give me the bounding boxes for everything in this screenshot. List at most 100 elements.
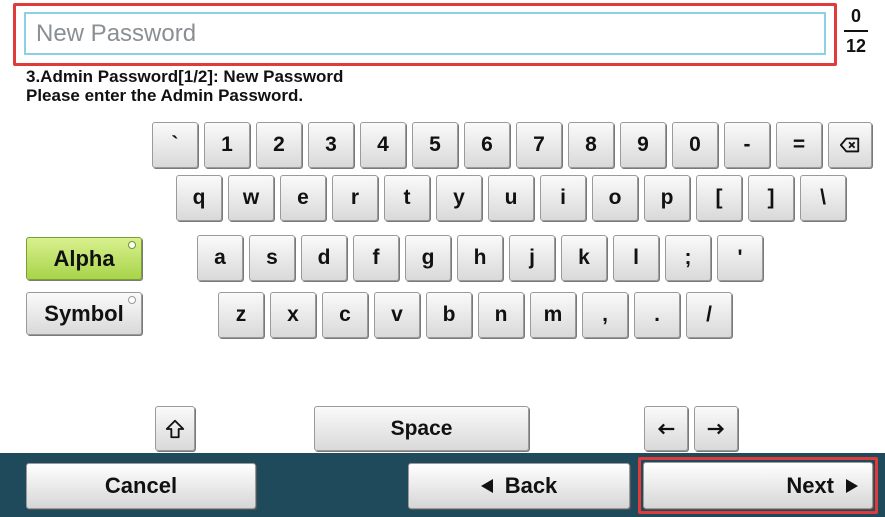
key[interactable]: 3 (308, 122, 354, 168)
key[interactable]: 9 (620, 122, 666, 168)
key[interactable]: r (332, 175, 378, 221)
key[interactable]: h (457, 235, 503, 281)
key[interactable]: d (301, 235, 347, 281)
key-label: n (494, 303, 508, 326)
key[interactable]: c (322, 292, 368, 338)
mode-indicator-icon (128, 296, 136, 304)
key-label: ' (737, 246, 743, 269)
key[interactable]: \ (800, 175, 846, 221)
key[interactable]: 0 (672, 122, 718, 168)
key[interactable]: i (540, 175, 586, 221)
key[interactable]: n (478, 292, 524, 338)
key[interactable]: j (509, 235, 555, 281)
key-label: q (192, 186, 206, 209)
cursor-left-key[interactable] (644, 406, 688, 451)
key-label: v (391, 303, 403, 326)
character-counter: 0 12 (836, 4, 876, 62)
triangle-right-icon (846, 478, 858, 493)
key-label: 8 (585, 133, 597, 156)
key-label: 4 (377, 133, 389, 156)
key[interactable]: x (270, 292, 316, 338)
backspace-icon (839, 137, 860, 153)
key-label: f (372, 246, 380, 269)
key[interactable]: t (384, 175, 430, 221)
next-button[interactable]: Next (643, 462, 873, 509)
key[interactable]: u (488, 175, 534, 221)
key-label: 5 (429, 133, 441, 156)
key[interactable]: = (776, 122, 822, 168)
key-label: 7 (533, 133, 545, 156)
alpha-mode-button[interactable]: Alpha (26, 237, 142, 280)
key[interactable]: v (374, 292, 420, 338)
key[interactable]: f (353, 235, 399, 281)
key[interactable]: / (686, 292, 732, 338)
key[interactable]: w (228, 175, 274, 221)
key[interactable]: ` (152, 122, 198, 168)
key-label: y (453, 186, 465, 209)
shift-key[interactable] (155, 406, 195, 451)
counter-divider (844, 30, 868, 32)
key-label: . (654, 303, 660, 326)
counter-current: 0 (850, 6, 861, 26)
key-label: ` (171, 133, 179, 156)
key[interactable]: [ (696, 175, 742, 221)
key[interactable]: 5 (412, 122, 458, 168)
key[interactable]: z (218, 292, 264, 338)
key[interactable]: 6 (464, 122, 510, 168)
symbol-mode-button[interactable]: Symbol (26, 292, 142, 335)
key[interactable]: s (249, 235, 295, 281)
key[interactable]: k (561, 235, 607, 281)
key[interactable]: p (644, 175, 690, 221)
symbol-mode-label: Symbol (44, 300, 124, 326)
key[interactable]: b (426, 292, 472, 338)
key[interactable]: ] (748, 175, 794, 221)
key[interactable]: 1 (204, 122, 250, 168)
key-label: r (350, 186, 360, 209)
key-label: s (266, 246, 278, 269)
key[interactable]: 7 (516, 122, 562, 168)
key[interactable]: . (634, 292, 680, 338)
key[interactable]: a (197, 235, 243, 281)
key[interactable]: 4 (360, 122, 406, 168)
key[interactable]: q (176, 175, 222, 221)
arrow-right-icon (707, 423, 725, 434)
key[interactable]: o (592, 175, 638, 221)
space-key[interactable]: Space (314, 406, 529, 451)
mode-indicator-icon (128, 241, 136, 249)
key-label: o (608, 186, 622, 209)
key[interactable]: e (280, 175, 326, 221)
key[interactable]: ' (717, 235, 763, 281)
key-label: 0 (689, 133, 701, 156)
arrow-left-icon (657, 423, 675, 434)
back-label: Back (504, 473, 558, 498)
triangle-left-icon (480, 479, 493, 493)
cursor-right-key[interactable] (694, 406, 738, 451)
key-label: t (403, 186, 411, 209)
new-password-input[interactable] (24, 12, 826, 55)
instruction-text: 3.Admin Password[1/2]: New Password Plea… (26, 67, 626, 105)
key[interactable]: m (530, 292, 576, 338)
shift-icon (165, 419, 185, 438)
key-label: ; (684, 246, 692, 269)
key[interactable]: 8 (568, 122, 614, 168)
key-label: a (214, 246, 226, 269)
key-label: x (287, 303, 299, 326)
key[interactable]: y (436, 175, 482, 221)
key[interactable]: ; (665, 235, 711, 281)
cancel-label: Cancel (104, 473, 178, 498)
key[interactable]: , (582, 292, 628, 338)
backspace-key[interactable] (828, 122, 872, 168)
key[interactable]: 2 (256, 122, 302, 168)
cancel-button[interactable]: Cancel (26, 463, 256, 509)
key-label: b (442, 303, 456, 326)
back-button[interactable]: Back (408, 463, 630, 509)
next-label: Next (786, 472, 834, 498)
key-label: l (633, 246, 639, 269)
key[interactable]: - (724, 122, 770, 168)
key[interactable]: l (613, 235, 659, 281)
key-label: j (529, 246, 535, 269)
step-title: 3.Admin Password[1/2]: New Password (26, 67, 344, 86)
key-label: z (235, 303, 247, 326)
key[interactable]: g (405, 235, 451, 281)
key-label: 3 (325, 133, 337, 156)
